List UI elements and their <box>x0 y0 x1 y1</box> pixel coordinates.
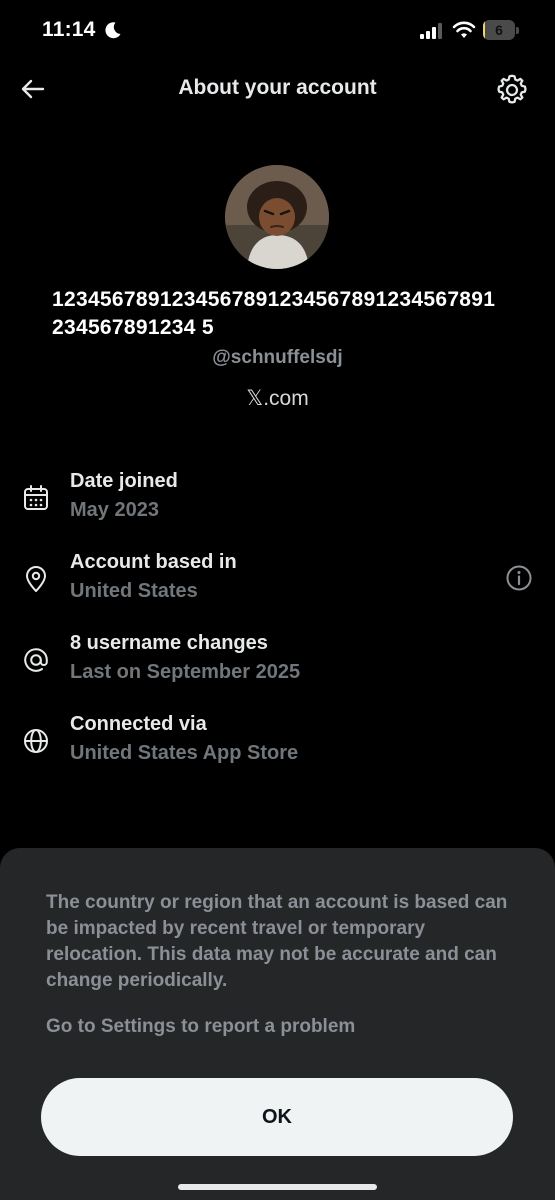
info-row-account-based-in: Account based in United States <box>0 551 555 615</box>
info-row-date-joined: Date joined May 2023 <box>0 470 555 534</box>
header: About your account <box>0 62 555 118</box>
gear-icon[interactable] <box>494 72 530 108</box>
ok-button[interactable]: OK <box>41 1078 513 1156</box>
calendar-icon <box>24 485 48 510</box>
info-icon[interactable] <box>505 564 533 592</box>
home-indicator <box>178 1184 377 1190</box>
cellular-signal-icon <box>420 23 442 39</box>
status-bar: 11:14 6 <box>0 0 555 62</box>
bottom-sheet: The country or region that an account is… <box>0 848 555 1200</box>
sheet-message: The country or region that an account is… <box>46 892 508 991</box>
avatar[interactable] <box>225 165 329 269</box>
wifi-icon <box>452 21 476 38</box>
moon-icon <box>105 22 121 39</box>
page-title: About your account <box>178 76 377 99</box>
info-value: Last on September 2025 <box>70 661 301 683</box>
info-title: 8 username changes <box>70 632 268 654</box>
info-row-connected-via: Connected via United States App Store <box>0 713 555 777</box>
info-row-username-changes: 8 username changes Last on September 202… <box>0 632 555 696</box>
battery-icon: 6 <box>483 20 519 40</box>
status-time: 11:14 <box>42 18 96 41</box>
battery-level: 6 <box>495 22 503 38</box>
site-label: 𝕏.com <box>246 387 309 410</box>
avatar-image <box>225 165 329 269</box>
globe-icon <box>24 729 48 753</box>
info-value: United States <box>70 580 198 602</box>
info-value: May 2023 <box>70 499 159 521</box>
info-title: Account based in <box>70 551 237 573</box>
display-name: 1234567891234567891234567891234567891234… <box>52 288 496 339</box>
report-problem-link[interactable]: Go to Settings to report a problem <box>46 1016 355 1038</box>
info-value: United States App Store <box>70 742 299 764</box>
username-handle: @schnuffelsdj <box>212 347 343 368</box>
info-title: Date joined <box>70 470 178 492</box>
location-pin-icon <box>26 566 46 592</box>
info-title: Connected via <box>70 713 207 735</box>
at-sign-icon <box>24 648 48 672</box>
